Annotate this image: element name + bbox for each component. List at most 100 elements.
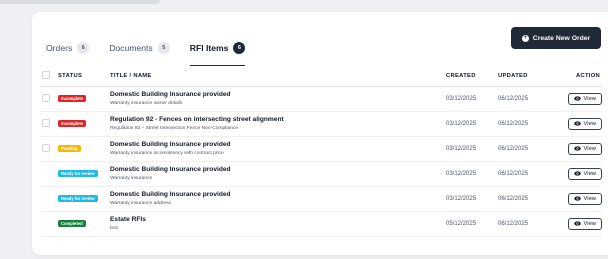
select-all-cell [40, 66, 58, 87]
view-label: View [583, 170, 596, 177]
checkbox-cell [40, 161, 58, 186]
table-header-row: STATUS TITLE / NAME CREATED UPDATED ACTI… [40, 66, 602, 87]
header-created: CREATED [446, 66, 498, 87]
status-cell: Ready for review [58, 186, 110, 211]
view-label: View [583, 145, 596, 152]
status-badge: Completed [58, 220, 86, 227]
status-badge: Incomplete [58, 95, 87, 102]
eye-icon [573, 146, 581, 151]
rfi-title: Domestic Building Insurance provided [110, 141, 231, 148]
rfi-title: Domestic Building Insurance provided [110, 91, 231, 98]
status-badge: Incomplete [58, 120, 87, 127]
rfi-title: Regulation 92 - Fences on intersecting s… [110, 116, 284, 123]
rfi-title: Estate RFIs [110, 216, 146, 223]
status-badge: Ready for review [58, 195, 98, 202]
created-date: 03/12/2025 [446, 95, 477, 102]
status-badge: Ready for review [58, 170, 98, 177]
tab-label: Documents [109, 43, 153, 53]
tab-label: RFI Items [189, 43, 229, 53]
rfi-table: STATUS TITLE / NAME CREATED UPDATED ACTI… [40, 66, 602, 237]
created-date: 05/12/2025 [446, 220, 477, 227]
table-row: Pending Domestic Building Insurance provi… [40, 136, 602, 161]
title-cell: Estate RFIs test [110, 211, 446, 236]
created-date: 03/12/2025 [446, 145, 477, 152]
rfi-subtitle: Warranty insurance inconsistency with co… [110, 151, 224, 156]
header-updated: UPDATED [498, 66, 560, 87]
view-button[interactable]: View [567, 167, 602, 180]
tab-documents[interactable]: Documents 5 [109, 32, 170, 64]
updated-date: 06/12/2025 [498, 95, 529, 102]
tab-count-badge: 5 [157, 42, 170, 54]
header-status: STATUS [58, 66, 110, 87]
created-date: 03/12/2025 [446, 170, 477, 177]
tab-count-badge: 6 [77, 42, 90, 54]
checkbox-cell [40, 111, 58, 136]
title-cell: Domestic Building Insurance provided Warr… [110, 161, 446, 186]
row-checkbox[interactable] [42, 143, 50, 152]
created-date: 03/12/2025 [446, 195, 477, 202]
view-label: View [583, 220, 596, 227]
table-row: Incomplete Domestic Building Insurance pr… [40, 86, 602, 111]
rfi-subtitle: Warranty insurance owner details [110, 101, 183, 106]
rfi-subtitle: test [110, 226, 118, 231]
row-checkbox[interactable] [42, 93, 50, 102]
action-cell: View [560, 136, 602, 161]
tab-label: Orders [46, 43, 73, 53]
eye-icon [573, 121, 581, 126]
action-cell: View [560, 111, 602, 136]
header-title: TITLE / NAME [110, 66, 446, 87]
row-checkbox[interactable] [42, 118, 50, 127]
tab-bar: Orders 6 Documents 5 RFI Items 6 [46, 32, 265, 66]
rfi-subtitle: Regulation 92 – Street Intersection Fenc… [110, 126, 239, 131]
status-badge: Pending [58, 145, 81, 152]
table-row: Incomplete Regulation 92 - Fences on inte… [40, 111, 602, 136]
create-new-order-label: Create New Order [532, 34, 591, 42]
select-all-checkbox[interactable] [42, 70, 50, 79]
status-cell: Ready for review [58, 161, 110, 186]
table-row: Ready for review Domestic Building Insura… [40, 186, 602, 211]
title-cell: Domestic Building Insurance provided Warr… [110, 86, 446, 111]
view-button[interactable]: View [567, 217, 602, 230]
view-label: View [583, 120, 596, 127]
table-row: Ready for review Domestic Building Insura… [40, 161, 602, 186]
updated-date: 06/12/2025 [498, 195, 529, 202]
table-row: Completed Estate RFIs test 05/12/2025 06/12/… [40, 211, 602, 236]
status-cell: Completed [58, 211, 110, 236]
action-cell: View [560, 186, 602, 211]
action-cell: View [560, 161, 602, 186]
updated-date: 06/12/2025 [498, 120, 529, 127]
eye-icon [573, 196, 581, 201]
header-action: ACTION [560, 66, 602, 87]
tab-count-badge: 6 [233, 42, 246, 54]
checkbox-cell [40, 136, 58, 161]
create-new-order-button[interactable]: + Create New Order [511, 27, 601, 49]
updated-date: 06/12/2025 [498, 220, 529, 227]
title-cell: Domestic Building Insurance provided Warr… [110, 136, 446, 161]
rfi-subtitle: Warranty insurance [110, 176, 153, 181]
action-cell: View [560, 211, 602, 236]
eye-icon [573, 96, 581, 101]
rfi-panel: Orders 6 Documents 5 RFI Items 6 + Creat… [32, 12, 608, 255]
view-button[interactable]: View [567, 117, 602, 130]
checkbox-cell [40, 211, 58, 236]
eye-icon [573, 171, 581, 176]
checkbox-cell [40, 186, 58, 211]
view-button[interactable]: View [567, 192, 602, 205]
view-button[interactable]: View [567, 142, 602, 155]
title-cell: Domestic Building Insurance provided Warr… [110, 186, 446, 211]
view-button[interactable]: View [567, 92, 602, 105]
status-cell: Incomplete [58, 111, 110, 136]
updated-date: 06/12/2025 [498, 170, 529, 177]
tab-rfi-items[interactable]: RFI Items 6 [189, 32, 246, 66]
eye-icon [573, 221, 581, 226]
action-cell: View [560, 86, 602, 111]
rfi-title: Domestic Building Insurance provided [110, 166, 231, 173]
status-cell: Pending [58, 136, 110, 161]
created-date: 03/12/2025 [446, 120, 477, 127]
checkbox-cell [40, 86, 58, 111]
top-bar-fragment [0, 0, 160, 4]
tab-orders[interactable]: Orders 6 [46, 32, 90, 64]
view-label: View [583, 95, 596, 102]
rfi-subtitle: Warranty insurance address [110, 201, 171, 206]
plus-circle-icon: + [521, 34, 529, 42]
